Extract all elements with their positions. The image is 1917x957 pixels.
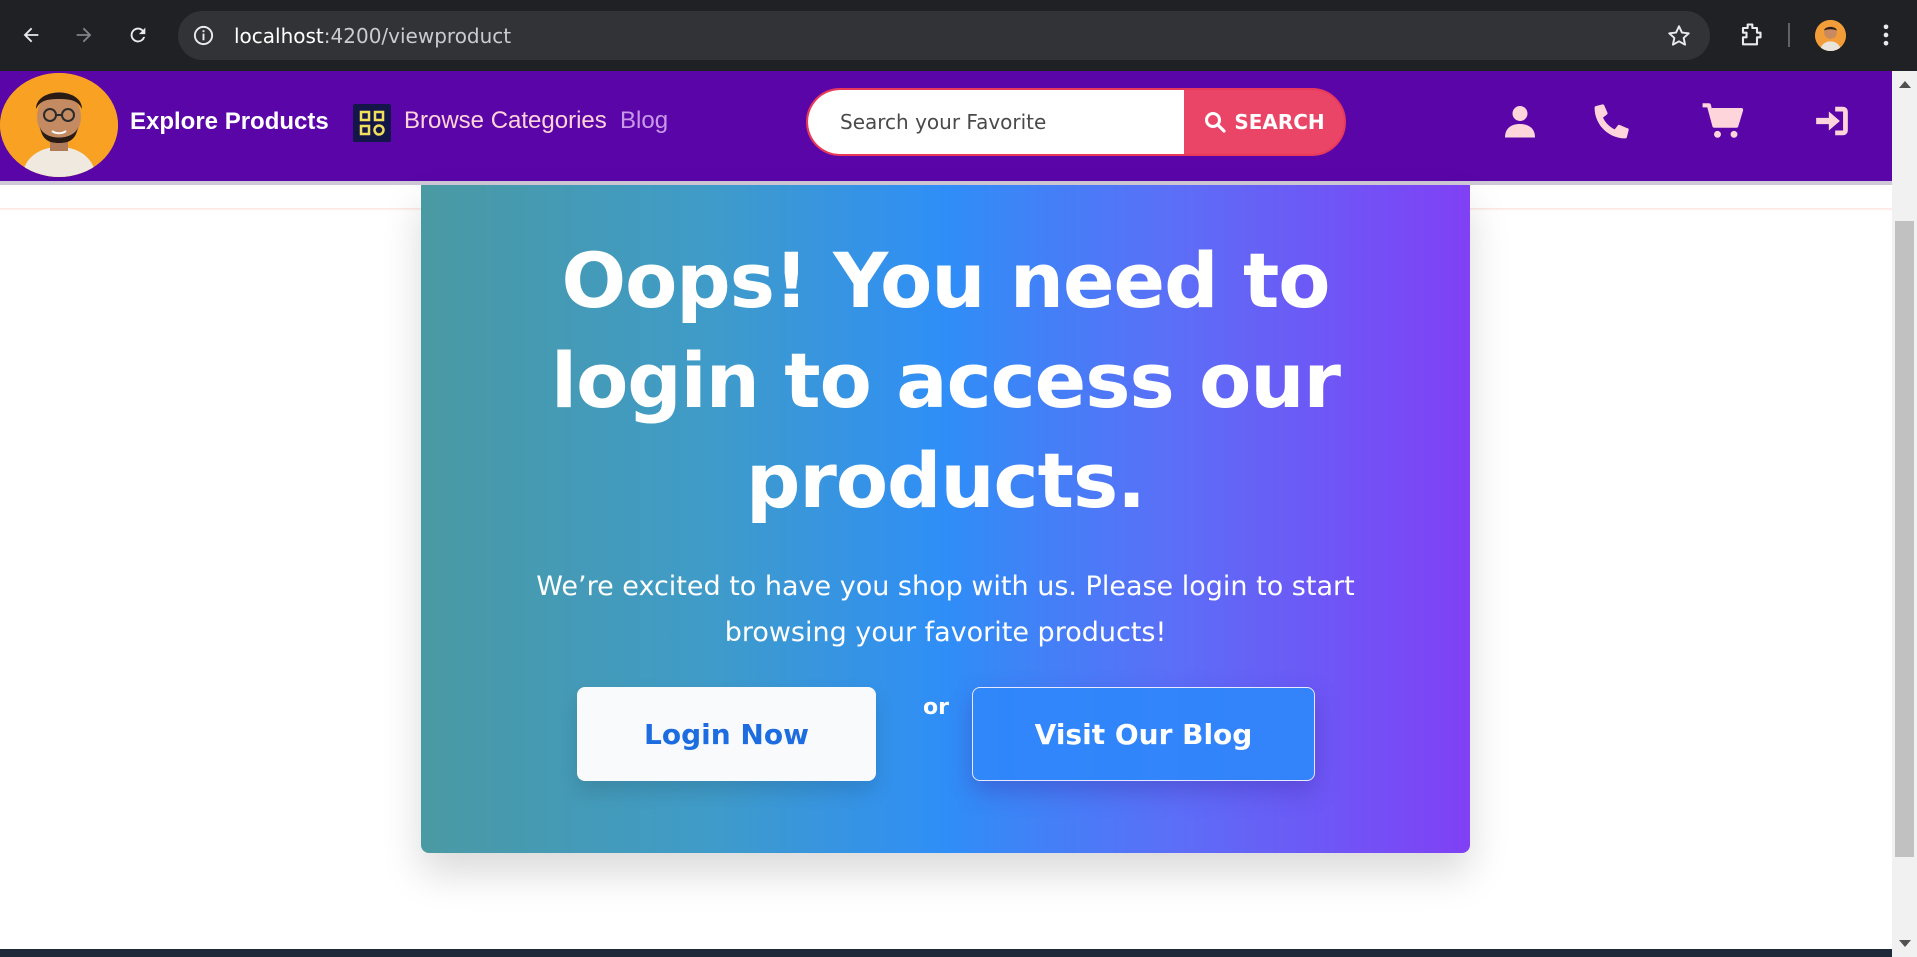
extensions-icon[interactable] <box>1736 21 1764 49</box>
or-separator: or <box>923 695 949 720</box>
kebab-menu-icon[interactable] <box>1872 20 1900 50</box>
categories-grid-icon[interactable] <box>353 104 391 142</box>
scrollbar-thumb[interactable] <box>1895 221 1914 857</box>
nav-browse-categories[interactable]: Browse Categories <box>404 107 607 135</box>
card-description: We’re excited to have you shop with us. … <box>536 571 1355 648</box>
toolbar-divider <box>1788 23 1790 47</box>
bookmark-star-icon[interactable] <box>1666 23 1692 49</box>
profile-photo-icon <box>1815 20 1846 51</box>
profile-avatar[interactable] <box>1815 20 1846 51</box>
url-text: localhost:4200/viewproduct <box>234 24 512 48</box>
reload-icon <box>130 27 146 43</box>
scroll-down-arrow-icon[interactable] <box>1899 940 1911 947</box>
login-required-card: Oops! You need to login to access our pr… <box>421 185 1470 853</box>
forward-button[interactable] <box>66 17 102 53</box>
search-icon <box>1205 112 1226 133</box>
cart-icon[interactable] <box>1700 99 1746 143</box>
app-navbar: Explore Products Browse Categories Blog … <box>0 71 1892 181</box>
forward-arrow-icon <box>76 27 92 43</box>
page-scrollbar[interactable] <box>1892 71 1917 957</box>
card-title: Oops! You need to login to access our pr… <box>551 236 1341 525</box>
avatar-photo-icon <box>0 73 118 177</box>
login-now-button[interactable]: Login Now <box>577 687 876 781</box>
search-button-label: SEARCH <box>1234 110 1325 134</box>
user-icon[interactable] <box>1500 99 1540 143</box>
brand-avatar[interactable] <box>0 73 118 177</box>
visit-blog-button[interactable]: Visit Our Blog <box>972 687 1315 781</box>
address-bar[interactable]: localhost:4200/viewproduct <box>178 11 1710 60</box>
scroll-up-arrow-icon[interactable] <box>1899 81 1911 88</box>
reload-button[interactable] <box>120 17 156 53</box>
search-bar: SEARCH <box>806 88 1346 156</box>
browser-toolbar: localhost:4200/viewproduct <box>0 0 1917 71</box>
site-info-icon[interactable] <box>192 24 215 47</box>
phone-icon[interactable] <box>1592 99 1632 143</box>
nav-brand-link[interactable]: Explore Products <box>130 108 329 136</box>
back-button[interactable] <box>13 17 49 53</box>
nav-blog-link[interactable]: Blog <box>620 107 668 135</box>
taskbar-edge <box>0 949 1892 957</box>
search-button[interactable]: SEARCH <box>1184 90 1344 154</box>
sign-in-icon[interactable] <box>1811 99 1853 143</box>
search-input[interactable] <box>808 90 1184 154</box>
back-arrow-icon <box>23 27 39 43</box>
